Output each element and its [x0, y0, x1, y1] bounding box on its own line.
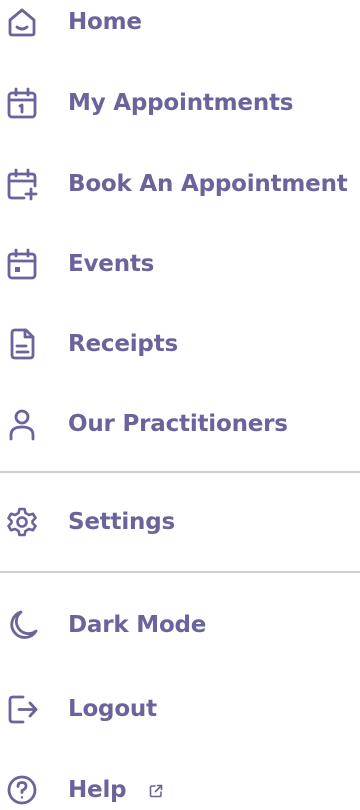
menu-item-label: Help [68, 777, 164, 803]
menu-item-home[interactable]: Home [0, 0, 360, 50]
menu-item-label: Home [68, 9, 142, 35]
menu-item-label: Settings [68, 509, 175, 535]
receipt-icon [5, 327, 39, 361]
menu-item-receipts[interactable]: Receipts [0, 316, 360, 372]
user-icon [5, 407, 39, 441]
menu-item-our-practitioners[interactable]: Our Practitioners [0, 396, 360, 452]
menu-item-settings[interactable]: Settings [0, 494, 360, 550]
menu-item-label: Dark Mode [68, 612, 207, 638]
menu-item-my-appointments[interactable]: My Appointments [0, 75, 360, 131]
logout-icon [5, 692, 39, 726]
menu-item-book-appointment[interactable]: Book An Appointment [0, 156, 360, 212]
menu-item-label: Logout [68, 696, 157, 722]
menu-item-dark-mode[interactable]: Dark Mode [0, 597, 360, 653]
help-icon [5, 773, 39, 807]
menu-item-label: Our Practitioners [68, 411, 288, 437]
menu-item-label: My Appointments [68, 90, 294, 116]
menu-item-help[interactable]: Help [0, 762, 360, 810]
calendar-one-icon [5, 86, 39, 120]
calendar-plus-icon [5, 167, 39, 201]
menu-item-label: Book An Appointment [68, 171, 348, 197]
external-link-icon [148, 783, 164, 799]
gear-icon [5, 505, 39, 539]
menu-item-logout[interactable]: Logout [0, 681, 360, 737]
menu-item-label: Events [68, 251, 155, 277]
navigation-menu: Home My Appointments Book An Appointment… [0, 0, 360, 810]
moon-icon [5, 608, 39, 642]
help-label: Help [68, 777, 127, 803]
menu-divider [0, 471, 360, 473]
menu-item-events[interactable]: Events [0, 236, 360, 292]
menu-item-label: Receipts [68, 331, 178, 357]
calendar-event-icon [5, 247, 39, 281]
menu-divider [0, 571, 360, 573]
home-icon [5, 5, 39, 39]
